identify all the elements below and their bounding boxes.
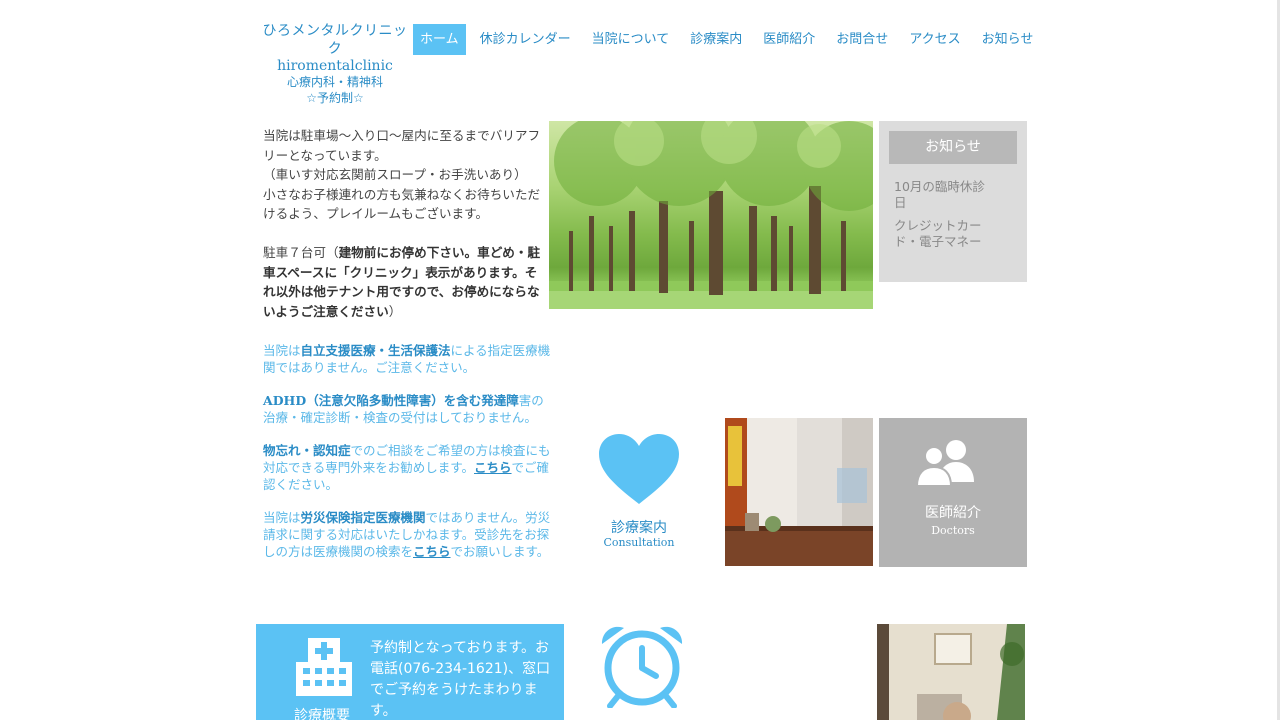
notice-bold: 物忘れ・認知症	[263, 443, 351, 458]
news-button[interactable]: お知らせ	[889, 131, 1017, 164]
notice-text: 当院は	[263, 343, 301, 358]
intro-parking: 駐車７台可（建物前にお停め下さい。車どめ・駐車スペースに「クリニック」表示があり…	[263, 243, 548, 321]
news-panel: お知らせ 10月の臨時休診日 クレジットカード・電子マネー	[879, 121, 1027, 282]
accessibility-info: 当院は駐車場〜入り口〜屋内に至るまでバリアフリーとなっています。 （車いす対応玄…	[263, 126, 548, 321]
search-link[interactable]: こちら	[413, 544, 451, 559]
main-nav: ホーム 休診カレンダー 当院について 診療案内 医師紹介 お問合せ アクセス お…	[413, 24, 1047, 55]
nav-news[interactable]: お知らせ	[975, 24, 1041, 55]
doctor-photo	[877, 624, 1025, 720]
parking-plain: 駐車７台可（	[263, 245, 339, 260]
notice-adhd: ADHD（注意欠陥多動性障害）を含む発達障害の治療・確定診断・検査の受付はしてお…	[263, 392, 553, 426]
doctors-title: 医師紹介	[925, 505, 981, 521]
logo-departments: 心療内科・精神科	[286, 75, 383, 89]
overview-label: 診療概要	[294, 708, 350, 720]
notice-text: でお願いします。	[450, 544, 550, 559]
consultation-tile[interactable]: 診療案内 Consultation	[591, 430, 687, 560]
intro-barrier-free: 当院は駐車場〜入り口〜屋内に至るまでバリアフリーとなっています。	[263, 128, 541, 163]
intro-playroom: 小さなお子様連れの方も気兼ねなくお待ちいただけるよう、プレイルームもございます。	[263, 186, 541, 222]
alarm-clock-icon	[601, 626, 683, 709]
logo-name-en: hiromentalclinic	[277, 58, 393, 74]
notice-bold: ADHD（注意欠陥多動性障害）を含む発達障	[263, 393, 519, 408]
notice-text: 当院は	[263, 510, 301, 525]
nav-doctors[interactable]: 医師紹介	[756, 24, 822, 55]
intro-wheelchair: （車いす対応玄関前スロープ・お手洗いあり）	[263, 167, 527, 182]
reception-photo	[725, 418, 873, 566]
forest-photo	[549, 121, 873, 309]
dementia-link[interactable]: こちら	[474, 460, 512, 475]
clinic-notices: 当院は自立支援医療・生活保護法による指定医療機関ではありません。ご注意ください。…	[263, 342, 553, 560]
hospital-icon	[296, 638, 352, 696]
notice-support-medical: 当院は自立支援医療・生活保護法による指定医療機関ではありません。ご注意ください。	[263, 342, 553, 376]
users-icon	[917, 440, 974, 486]
consultation-title: 診療案内	[611, 520, 667, 536]
overview-tile[interactable]: 診療概要 予約制となっております。お電話(076-234-1621)、窓口でご予…	[256, 624, 564, 720]
consultation-subtitle: Consultation	[603, 536, 675, 549]
nav-contact[interactable]: お問合せ	[829, 24, 895, 55]
logo-reservation-note: ☆予約制☆	[306, 91, 364, 105]
heart-icon	[599, 434, 679, 504]
nav-about[interactable]: 当院について	[585, 24, 677, 55]
notice-workers-comp: 当院は労災保険指定医療機関ではありません。労災請求に関する対応はいたしかねます。…	[263, 509, 553, 560]
overview-text: 予約制となっております。お電話(076-234-1621)、窓口でご予約をうけた…	[370, 640, 551, 719]
notice-dementia: 物忘れ・認知症でのご相談をご希望の方は検査にも対応できる専門外来をお勧めします。…	[263, 442, 553, 493]
logo-name-jp: ひろメンタルクリニック	[262, 23, 408, 57]
notice-bold: 自立支援医療・生活保護法	[300, 343, 451, 358]
notice-bold: 労災保険指定医療機関	[300, 510, 426, 525]
nav-consultation[interactable]: 診療案内	[683, 24, 749, 55]
news-item-holiday[interactable]: 10月の臨時休診日	[894, 179, 994, 211]
holiday-calendar-tile[interactable]	[598, 624, 686, 720]
doctors-tile[interactable]: 医師紹介 Doctors	[879, 418, 1027, 567]
nav-access[interactable]: アクセス	[902, 24, 967, 55]
parking-end: ）	[388, 303, 402, 319]
nav-home[interactable]: ホーム	[413, 24, 466, 55]
clinic-logo[interactable]: ひろメンタルクリニック hiromentalclinic 心療内科・精神科 ☆予…	[262, 22, 408, 107]
news-item-payment[interactable]: クレジットカード・電子マネー	[894, 218, 994, 250]
doctors-subtitle: Doctors	[931, 524, 975, 537]
nav-holiday-calendar[interactable]: 休診カレンダー	[473, 24, 578, 55]
